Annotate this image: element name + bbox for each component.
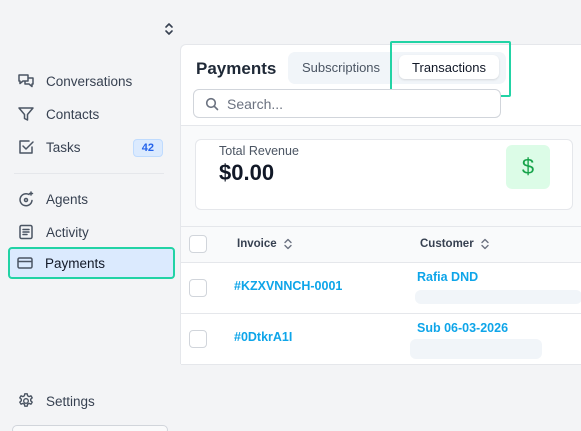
sort-icon	[479, 237, 491, 251]
column-header-customer[interactable]: Customer	[420, 237, 491, 251]
filter-icon	[17, 105, 35, 123]
sidebar-item-label: Contacts	[46, 106, 100, 122]
sidebar-item-label: Settings	[46, 393, 95, 409]
search-input[interactable]	[227, 95, 487, 112]
user-profile-box[interactable]	[12, 425, 168, 431]
search-icon	[205, 97, 219, 111]
sidebar-item-label: Conversations	[46, 73, 133, 89]
customer-link[interactable]: Sub 06-03-2026	[417, 321, 508, 335]
sidebar-item-label: Activity	[46, 224, 89, 240]
search-box[interactable]	[193, 89, 501, 118]
row-checkbox[interactable]	[189, 330, 207, 348]
loading-placeholder	[415, 290, 581, 304]
select-all-checkbox[interactable]	[189, 235, 207, 253]
sort-icon	[282, 237, 294, 251]
loading-placeholder	[410, 339, 542, 359]
checkbox-icon	[17, 138, 35, 156]
sidebar-item-label: Payments	[45, 255, 106, 271]
sidebar-item-label: Agents	[46, 191, 89, 207]
tab-subscriptions[interactable]: Subscriptions	[302, 60, 380, 75]
dollar-icon: $	[506, 145, 550, 189]
workspace-switcher-chevron-icon[interactable]	[162, 20, 176, 38]
invoice-link[interactable]: #KZXVNNCH-0001	[234, 279, 342, 293]
card-icon	[16, 254, 34, 272]
table-row[interactable]: #KZXVNNCH-0001 Rafia DND	[181, 263, 581, 314]
revenue-card: Total Revenue $0.00 $	[195, 139, 573, 210]
sidebar-item-label: Tasks	[46, 139, 81, 155]
revenue-label: Total Revenue	[219, 144, 299, 158]
sidebar-item-settings[interactable]: Settings	[9, 386, 173, 416]
row-checkbox[interactable]	[189, 279, 207, 297]
sidebar-item-activity[interactable]: Activity	[9, 217, 173, 247]
page-title: Payments	[196, 59, 277, 78]
sidebar-item-conversations[interactable]: Conversations	[9, 66, 173, 96]
invoice-link[interactable]: #0DtkrA1I	[234, 330, 292, 344]
payments-panel: Payments Subscriptions Transactions Tota…	[180, 41, 581, 365]
column-header-invoice[interactable]: Invoice	[237, 237, 294, 251]
table-row[interactable]: #0DtkrA1I Sub 06-03-2026	[181, 314, 581, 365]
sidebar-divider	[14, 173, 164, 174]
sidebar-item-tasks[interactable]: Tasks 42	[9, 132, 173, 162]
column-header-label: Customer	[420, 238, 474, 250]
sidebar: Conversations Contacts Tasks 42 Agents A…	[0, 0, 180, 431]
customer-link[interactable]: Rafia DND	[417, 270, 478, 284]
list-icon	[17, 223, 35, 241]
revenue-value: $0.00	[219, 160, 275, 185]
agent-icon	[17, 190, 35, 208]
sidebar-item-payments[interactable]: Payments	[8, 247, 175, 279]
sidebar-item-contacts[interactable]: Contacts	[9, 99, 173, 129]
chat-icon	[17, 72, 35, 90]
column-header-label: Invoice	[237, 238, 277, 250]
gear-icon	[17, 392, 35, 410]
sidebar-item-agents[interactable]: Agents	[9, 184, 173, 214]
tasks-count-badge: 42	[132, 139, 163, 157]
table-header: Invoice Customer	[181, 226, 581, 263]
